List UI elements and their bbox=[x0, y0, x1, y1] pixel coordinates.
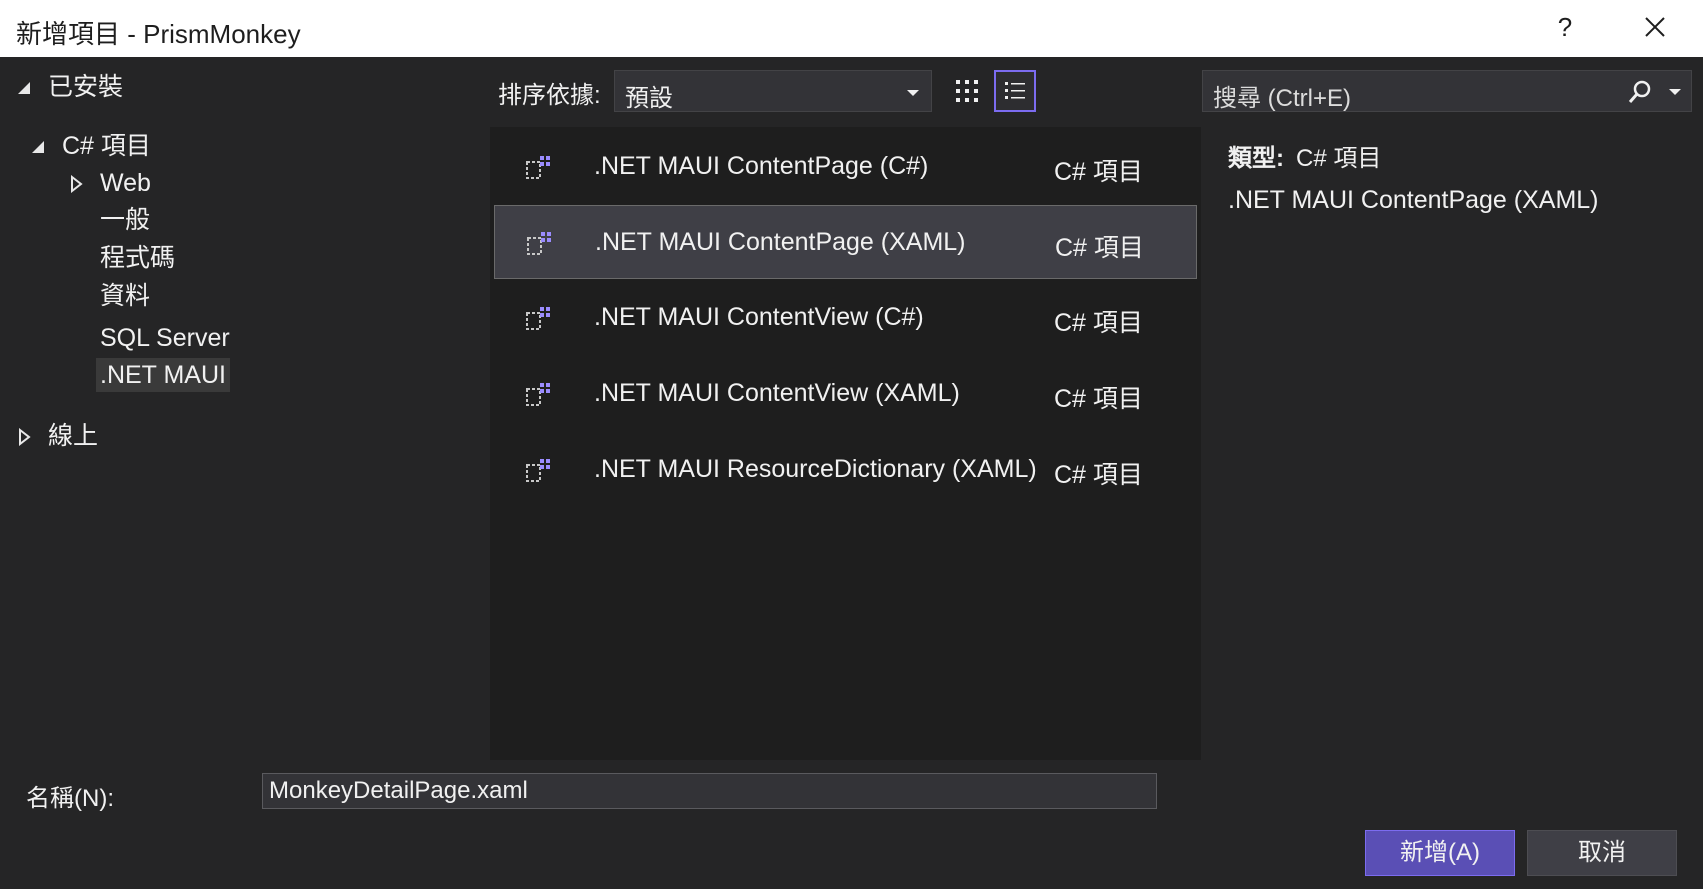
help-button[interactable]: ? bbox=[1550, 12, 1580, 43]
tree-label-csharp-items: C# 項目 bbox=[62, 132, 151, 160]
template-item[interactable]: .NET MAUI ContentView (C#) C# 項目 bbox=[494, 281, 1197, 355]
expanded-arrow-icon bbox=[32, 141, 44, 154]
template-type: C# 項目 bbox=[1054, 385, 1143, 413]
chevron-down-icon bbox=[907, 90, 919, 96]
tree-label-installed: 已安裝 bbox=[48, 73, 124, 101]
maui-item-icon bbox=[526, 459, 550, 482]
tree-label-code: 程式碼 bbox=[100, 244, 176, 272]
expanded-arrow-icon bbox=[18, 82, 30, 95]
tree-label-general: 一般 bbox=[100, 206, 151, 234]
template-type: C# 項目 bbox=[1054, 461, 1143, 489]
detail-type: 類型: C# 項目 bbox=[1228, 138, 1381, 173]
detail-description: .NET MAUI ContentPage (XAML) bbox=[1228, 186, 1599, 214]
name-input[interactable]: MonkeyDetailPage.xaml bbox=[262, 773, 1157, 809]
close-button[interactable] bbox=[1638, 10, 1672, 44]
tree-node-data[interactable]: 資料 bbox=[100, 279, 150, 313]
template-name: .NET MAUI ContentPage (C#) bbox=[594, 152, 929, 180]
maui-item-icon bbox=[526, 383, 550, 406]
collapsed-arrow-icon bbox=[19, 428, 31, 447]
maui-item-icon bbox=[526, 307, 550, 330]
search-icon[interactable] bbox=[1627, 79, 1653, 105]
detail-type-value: C# 項目 bbox=[1296, 145, 1382, 172]
search-placeholder: 搜尋 (Ctrl+E) bbox=[1213, 85, 1351, 112]
tree-node-general[interactable]: 一般 bbox=[100, 203, 150, 237]
tree-node-online[interactable]: 線上 bbox=[16, 419, 98, 453]
template-item[interactable]: .NET MAUI ResourceDictionary (XAML) C# 項… bbox=[494, 433, 1197, 507]
template-name: .NET MAUI ContentView (XAML) bbox=[594, 379, 960, 407]
detail-type-label: 類型: bbox=[1228, 145, 1284, 172]
name-label: 名稱(N): bbox=[26, 785, 114, 812]
grid-view-button[interactable] bbox=[946, 70, 988, 112]
tree-node-csharp-items[interactable]: C# 項目 bbox=[30, 129, 151, 163]
tree-node-sql-server[interactable]: SQL Server bbox=[100, 321, 230, 355]
maui-item-icon bbox=[526, 156, 550, 179]
tree-label-web: Web bbox=[100, 169, 151, 197]
add-button[interactable]: 新增(A) bbox=[1365, 830, 1515, 876]
sort-label: 排序依據: bbox=[498, 82, 601, 109]
template-item[interactable]: .NET MAUI ContentPage (C#) C# 項目 bbox=[494, 130, 1197, 204]
tree-node-web[interactable]: Web bbox=[68, 166, 151, 200]
tree-label-data: 資料 bbox=[100, 282, 151, 310]
search-options-chevron-icon[interactable] bbox=[1669, 89, 1681, 95]
cancel-button[interactable]: 取消 bbox=[1527, 830, 1677, 876]
name-input-value: MonkeyDetailPage.xaml bbox=[269, 777, 528, 804]
template-type: C# 項目 bbox=[1055, 234, 1144, 262]
template-type: C# 項目 bbox=[1054, 158, 1143, 186]
template-item-selected[interactable]: .NET MAUI ContentPage (XAML) C# 項目 bbox=[494, 205, 1197, 279]
template-item[interactable]: .NET MAUI ContentView (XAML) C# 項目 bbox=[494, 357, 1197, 431]
sort-dropdown[interactable]: 預設 bbox=[614, 70, 932, 112]
list-view-icon bbox=[1005, 82, 1025, 99]
tree-node-net-maui[interactable]: .NET MAUI bbox=[96, 358, 230, 392]
template-name: .NET MAUI ContentPage (XAML) bbox=[595, 228, 966, 256]
template-name: .NET MAUI ResourceDictionary (XAML) bbox=[594, 455, 1037, 483]
template-name: .NET MAUI ContentView (C#) bbox=[594, 303, 924, 331]
maui-item-icon bbox=[527, 232, 551, 255]
title-bar: 新增項目 - PrismMonkey ? bbox=[0, 0, 1703, 57]
tree-node-code[interactable]: 程式碼 bbox=[100, 241, 175, 275]
collapsed-arrow-icon bbox=[71, 175, 83, 194]
list-view-button[interactable] bbox=[994, 70, 1036, 112]
sort-value: 預設 bbox=[625, 85, 673, 112]
close-icon bbox=[1645, 17, 1665, 37]
tree-label-net-maui: .NET MAUI bbox=[100, 361, 226, 389]
template-type: C# 項目 bbox=[1054, 309, 1143, 337]
tree-node-installed[interactable]: 已安裝 bbox=[16, 70, 123, 104]
search-box[interactable]: 搜尋 (Ctrl+E) bbox=[1202, 70, 1692, 112]
grid-view-icon bbox=[956, 80, 978, 102]
tree-label-online: 線上 bbox=[48, 422, 99, 450]
window-title: 新增項目 - PrismMonkey bbox=[16, 19, 301, 49]
tree-label-sql-server: SQL Server bbox=[100, 324, 230, 352]
